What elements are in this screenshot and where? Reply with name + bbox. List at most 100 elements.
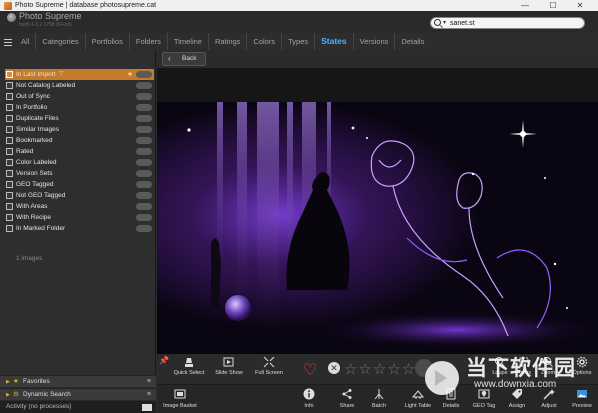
search-input[interactable]	[450, 18, 570, 28]
state-checkbox[interactable]	[6, 192, 13, 199]
state-count-badge	[136, 159, 152, 166]
states-list: In Last Import ▽ ★ Not Catalog Labeled O…	[5, 69, 154, 234]
state-item-not-catalog-labeled[interactable]: Not Catalog Labeled	[5, 80, 154, 91]
image-basket-button[interactable]: Image Basket	[160, 388, 200, 409]
state-item-in-last-import[interactable]: In Last Import ▽ ★	[5, 69, 154, 80]
state-item-in-portfolio[interactable]: In Portfolio	[5, 102, 154, 113]
expand-triangle-icon[interactable]: ▶	[6, 376, 10, 388]
state-item-out-of-sync[interactable]: Out of Sync	[5, 91, 154, 102]
state-checkbox[interactable]	[6, 126, 13, 133]
rating-stars[interactable]: ☆☆☆☆☆	[344, 360, 416, 378]
reject-icon[interactable]: ✕	[328, 362, 340, 374]
watermark: 当下软件园 www.downxia.com	[412, 346, 598, 406]
state-item-rated[interactable]: Rated	[5, 146, 154, 157]
state-checkbox[interactable]	[6, 203, 13, 210]
tab-colors[interactable]: Colors	[247, 33, 283, 50]
heart-icon[interactable]: ♡	[303, 360, 317, 380]
state-count-badge	[136, 137, 152, 144]
state-checkbox[interactable]	[6, 71, 13, 78]
state-checkbox[interactable]	[6, 93, 13, 100]
state-checkbox[interactable]	[6, 170, 13, 177]
share-button[interactable]: Share	[335, 388, 359, 409]
activity-bar[interactable]: Activity (no processes)	[0, 401, 156, 413]
app-version: build 4.3.2.1758 (64-bit)	[19, 22, 72, 28]
state-item-with-recipe[interactable]: With Recipe	[5, 212, 154, 223]
slide-show-label: Slide Show	[215, 370, 243, 376]
share-icon	[341, 388, 353, 400]
state-label: Version Sets	[16, 170, 53, 177]
close-button[interactable]: ✕	[568, 0, 592, 11]
state-checkbox[interactable]	[6, 137, 13, 144]
state-label: Bookmarked	[16, 137, 53, 144]
window-title: Photo Supreme | database photosupreme.ca…	[15, 2, 157, 9]
state-item-with-areas[interactable]: With Areas	[5, 201, 154, 212]
state-checkbox[interactable]	[6, 159, 13, 166]
state-label: In Portfolio	[16, 104, 48, 111]
state-checkbox[interactable]	[6, 181, 13, 188]
tab-all[interactable]: All	[15, 33, 37, 50]
state-item-geo-tagged[interactable]: GEO Tagged	[5, 179, 154, 190]
state-item-version-sets[interactable]: Version Sets	[5, 168, 154, 179]
state-label: Rated	[16, 148, 34, 155]
state-count-badge	[136, 93, 152, 100]
state-checkbox[interactable]	[6, 148, 13, 155]
tab-categories[interactable]: Categories	[36, 33, 86, 50]
app-header: Photo Supreme build 4.3.2.1758 (64-bit) …	[0, 11, 598, 33]
menu-icon[interactable]	[4, 39, 12, 46]
tab-folders[interactable]: Folders	[130, 33, 168, 50]
state-item-not-geo-tagged[interactable]: Not GEO Tagged	[5, 190, 154, 201]
state-label: Out of Sync	[16, 93, 50, 100]
state-label: Not Catalog Labeled	[16, 82, 76, 89]
state-checkbox[interactable]	[6, 225, 13, 232]
tab-portfolios[interactable]: Portfolios	[86, 33, 130, 50]
quick-select-icon	[183, 356, 195, 368]
favorites-panel[interactable]: ▶ ★ Favorites ≡	[0, 375, 156, 387]
full-screen-button[interactable]: Full Screen	[251, 356, 287, 376]
minimize-button[interactable]: —	[513, 0, 537, 11]
state-label: In Marked Folder	[16, 225, 66, 232]
expand-triangle-icon[interactable]: ▶	[6, 389, 10, 401]
tab-details[interactable]: Details	[395, 33, 430, 50]
tab-versions[interactable]: Versions	[354, 33, 396, 50]
activity-panel-icon[interactable]	[142, 404, 152, 411]
state-checkbox[interactable]	[6, 214, 13, 221]
filter-icon[interactable]: ▽	[59, 69, 64, 80]
image-basket-label: Image Basket	[163, 403, 197, 409]
tab-states[interactable]: States	[315, 33, 354, 50]
maximize-button[interactable]: ☐	[541, 0, 565, 11]
info-button[interactable]: Info	[297, 388, 321, 409]
search-icon[interactable]	[434, 19, 441, 26]
state-item-bookmarked[interactable]: Bookmarked	[5, 135, 154, 146]
state-checkbox[interactable]	[6, 115, 13, 122]
search-dropdown-icon[interactable]: ▾	[443, 19, 446, 26]
quick-select-label: Quick Select	[173, 370, 205, 376]
activity-label: Activity (no processes)	[6, 403, 72, 410]
state-checkbox[interactable]	[6, 82, 13, 89]
state-item-similar-images[interactable]: Similar Images	[5, 124, 154, 135]
search-box[interactable]: ▾	[430, 17, 585, 29]
quick-select-button[interactable]: Quick Select	[171, 356, 207, 376]
state-item-in-marked-folder[interactable]: In Marked Folder	[5, 223, 154, 234]
state-item-duplicate-files[interactable]: Duplicate Files	[5, 113, 154, 124]
state-label: Similar Images	[16, 126, 59, 133]
app-name: Photo Supreme	[19, 11, 82, 21]
back-button[interactable]: ‹ Back	[162, 52, 206, 66]
tab-ratings[interactable]: Ratings	[209, 33, 248, 50]
state-label: With Recipe	[16, 214, 52, 221]
pin-icon[interactable]: 📌	[159, 356, 169, 365]
dynamic-search-menu-icon[interactable]: ≡	[147, 389, 151, 401]
slide-show-button[interactable]: Slide Show	[211, 356, 247, 376]
tab-types[interactable]: Types	[282, 33, 316, 50]
favorites-star-icon: ★	[13, 378, 19, 385]
state-checkbox[interactable]	[6, 104, 13, 111]
photo-preview	[157, 68, 598, 354]
batch-button[interactable]: Batch	[367, 388, 391, 409]
favorites-menu-icon[interactable]: ≡	[147, 376, 151, 388]
image-viewer[interactable]	[157, 68, 598, 354]
state-item-color-labeled[interactable]: Color Labeled	[5, 157, 154, 168]
dynamic-search-panel[interactable]: ▶ ⚙ Dynamic Search ≡	[0, 388, 156, 400]
favorite-star-icon[interactable]: ★	[127, 69, 133, 80]
full-screen-label: Full Screen	[255, 370, 283, 376]
tab-timeline[interactable]: Timeline	[168, 33, 209, 50]
state-label: GEO Tagged	[16, 181, 54, 188]
